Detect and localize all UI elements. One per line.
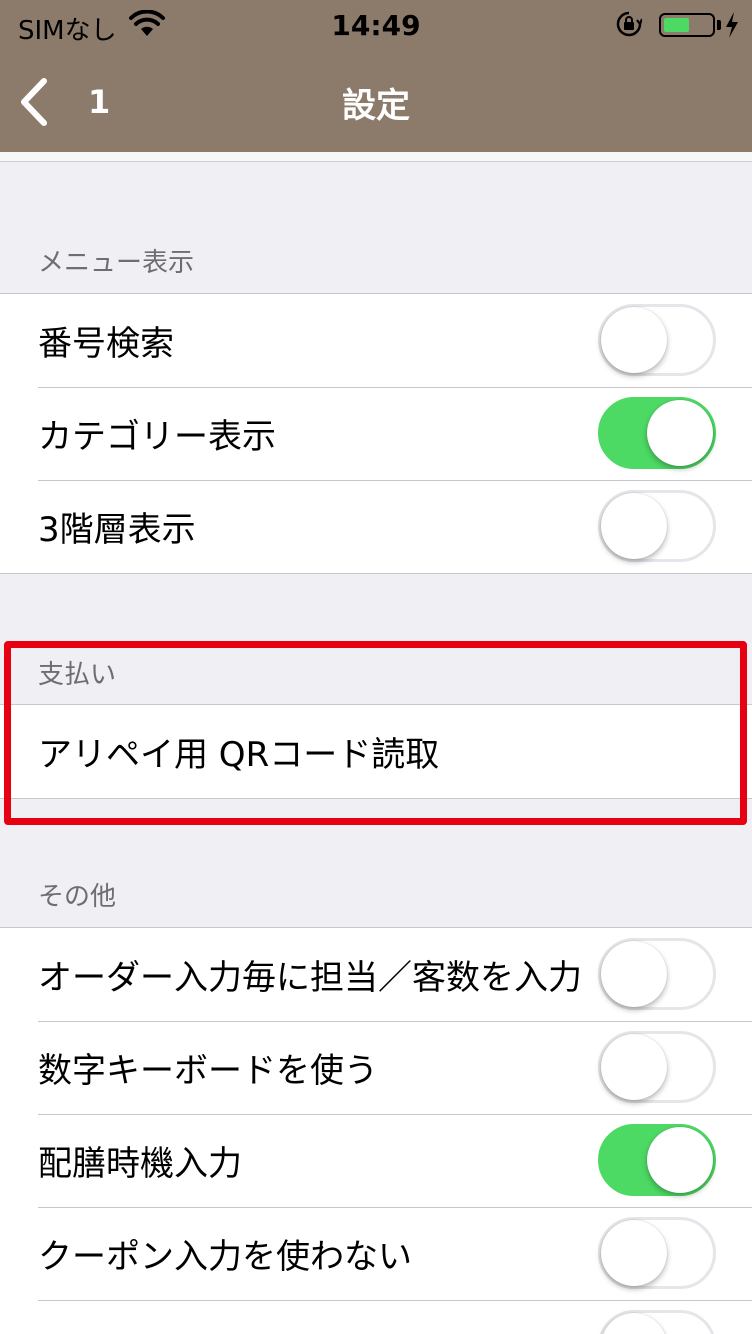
partial-row-toggle[interactable] [598, 1310, 716, 1334]
row-number-search: 番号検索 [0, 294, 752, 387]
section-header-payment: 支払い [38, 660, 117, 690]
category-display-toggle[interactable] [598, 397, 716, 469]
toggle-knob [647, 1127, 713, 1193]
toggle-knob [601, 1034, 667, 1100]
toggle-knob [601, 1313, 667, 1334]
battery-icon [659, 13, 715, 37]
section-header-menu: メニュー表示 [38, 248, 195, 278]
row-label: 配膳時機入力 [38, 1144, 242, 1184]
three-level-display-toggle[interactable] [598, 490, 716, 562]
toggle-knob [601, 941, 667, 1007]
navigation-bar: 1 設定 [0, 52, 752, 152]
row-partial [0, 1300, 752, 1334]
toggle-knob [647, 400, 713, 466]
no-coupon-input-toggle[interactable] [598, 1217, 716, 1289]
row-serving-timing-input: 配膳時機入力 [0, 1114, 752, 1207]
row-staff-guest-input: オーダー入力毎に担当／客数を入力 [0, 928, 752, 1021]
row-three-level-display: 3階層表示 [0, 480, 752, 573]
row-label: 数字キーボードを使う [38, 1051, 378, 1091]
row-no-coupon-input: クーポン入力を使わない [0, 1207, 752, 1300]
settings-screen: SIMなし 14:49 1 設定 メニュー表示 番号検索 カテゴリー表示 3階層… [0, 0, 752, 1334]
rotation-lock-icon [616, 11, 642, 37]
staff-guest-input-toggle[interactable] [598, 938, 716, 1010]
row-label: 3階層表示 [38, 510, 196, 550]
row-category-display: カテゴリー表示 [0, 387, 752, 480]
toggle-knob [601, 493, 667, 559]
number-search-toggle[interactable] [598, 304, 716, 376]
alipay-qr-scan-item[interactable]: アリペイ用 QRコード読取 [0, 705, 752, 798]
charging-bolt-icon [726, 12, 738, 38]
group-payment: アリペイ用 QRコード読取 [0, 704, 752, 799]
battery-level [664, 18, 689, 32]
row-label: カテゴリー表示 [38, 417, 276, 457]
row-label: 番号検索 [38, 324, 174, 364]
toggle-knob [601, 307, 667, 373]
numeric-keyboard-toggle[interactable] [598, 1031, 716, 1103]
group-other: オーダー入力毎に担当／客数を入力 数字キーボードを使う 配膳時機入力 クーポン入… [0, 927, 752, 1334]
serving-timing-input-toggle[interactable] [598, 1124, 716, 1196]
section-header-other: その他 [38, 882, 117, 912]
page-title: 設定 [342, 86, 410, 126]
toggle-knob [601, 1220, 667, 1286]
status-bar: SIMなし 14:49 [0, 0, 752, 52]
top-bar: SIMなし 14:49 1 設定 [0, 0, 752, 152]
battery-tip [717, 20, 721, 30]
nav-divider [0, 152, 752, 162]
group-menu: 番号検索 カテゴリー表示 3階層表示 [0, 293, 752, 574]
row-label: クーポン入力を使わない [38, 1237, 412, 1277]
row-numeric-keyboard: 数字キーボードを使う [0, 1021, 752, 1114]
row-label: アリペイ用 QRコード読取 [38, 735, 440, 775]
row-label: オーダー入力毎に担当／客数を入力 [38, 958, 582, 998]
